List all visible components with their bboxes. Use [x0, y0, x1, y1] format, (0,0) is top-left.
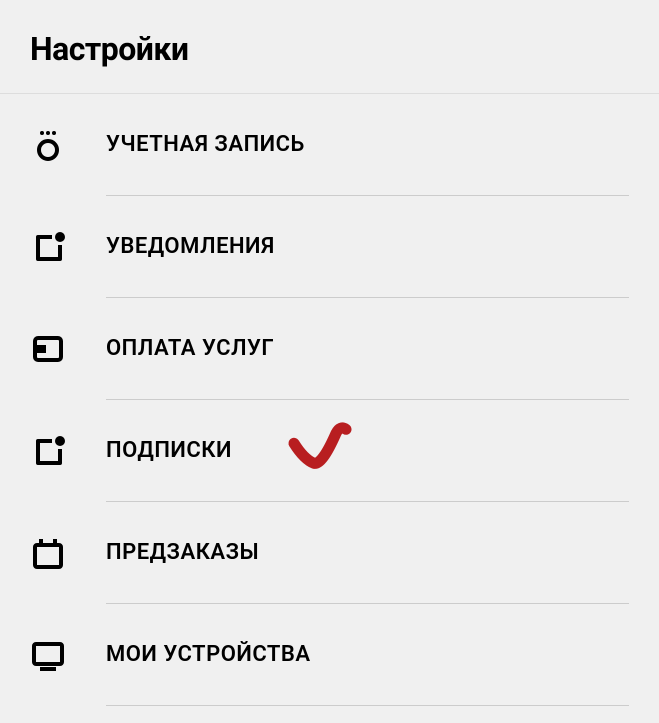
menu-item-subscriptions[interactable]: ПОДПИСКИ: [0, 400, 659, 502]
wallet-icon: [30, 331, 80, 367]
notification-badge-icon: [30, 433, 80, 469]
menu-label-notifications: УВЕДОМЛЕНИЯ: [106, 234, 275, 259]
menu-item-preorders[interactable]: ПРЕДЗАКАЗЫ: [0, 502, 659, 604]
menu-label-preorders: ПРЕДЗАКАЗЫ: [106, 540, 259, 565]
menu-label-subscriptions: ПОДПИСКИ: [106, 438, 232, 463]
menu-label-account: УЧЕТНАЯ ЗАПИСЬ: [106, 132, 305, 157]
monitor-icon: [30, 637, 80, 673]
settings-menu: УЧЕТНАЯ ЗАПИСЬ УВЕДОМЛЕНИЯ ОПЛАТА УСЛУГ: [0, 94, 659, 706]
notification-badge-icon: [30, 229, 80, 265]
menu-item-notifications[interactable]: УВЕДОМЛЕНИЯ: [0, 196, 659, 298]
menu-item-account[interactable]: УЧЕТНАЯ ЗАПИСЬ: [0, 94, 659, 196]
menu-item-devices[interactable]: МОИ УСТРОЙСТВА: [0, 604, 659, 706]
checkmark-annotation-icon: [286, 421, 356, 475]
menu-item-payment[interactable]: ОПЛАТА УСЛУГ: [0, 298, 659, 400]
account-icon: [30, 127, 80, 163]
calendar-icon: [30, 535, 80, 571]
menu-label-payment: ОПЛАТА УСЛУГ: [106, 336, 274, 361]
header: Настройки: [0, 0, 659, 94]
menu-label-devices: МОИ УСТРОЙСТВА: [106, 642, 311, 667]
page-title: Настройки: [30, 30, 629, 68]
